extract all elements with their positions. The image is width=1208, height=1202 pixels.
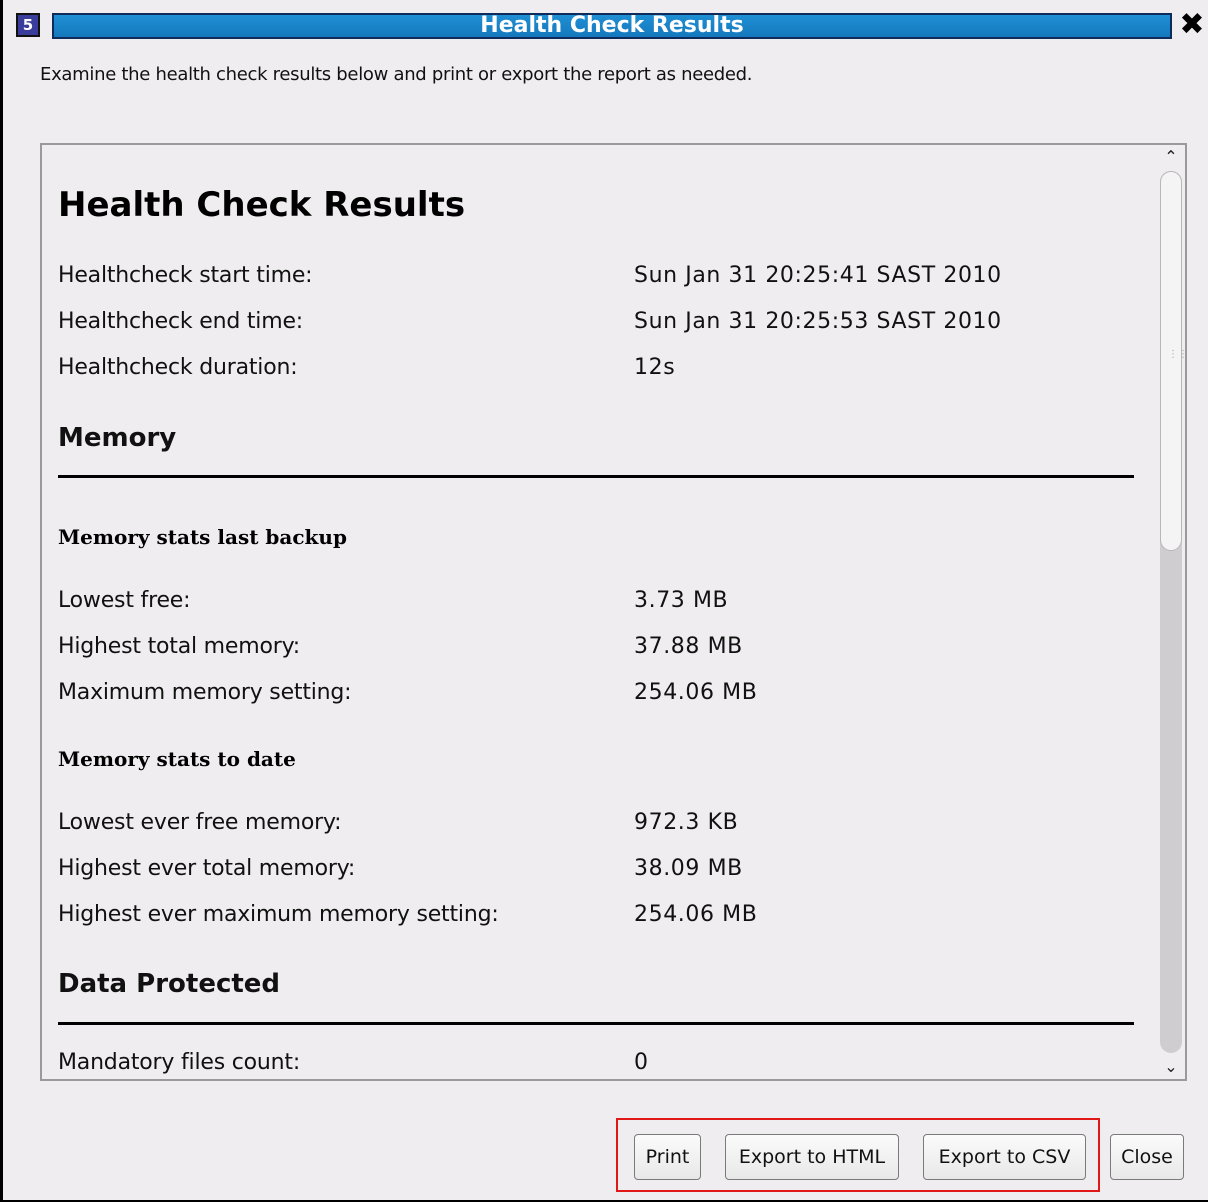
memory-row: Highest ever maximum memory setting: 254… [58, 902, 1138, 934]
summary-row-end: Healthcheck end time: Sun Jan 31 20:25:5… [58, 309, 1138, 341]
data-protected-row: Mandatory files count: 0 [58, 1050, 1138, 1079]
row-value: 38.09 MB [634, 856, 743, 881]
row-value: 3.73 MB [634, 588, 729, 613]
memory-row: Highest ever total memory: 38.09 MB [58, 856, 1138, 888]
row-value: 0 [634, 1050, 649, 1075]
row-label: Highest ever total memory: [58, 856, 356, 881]
window-title: Health Check Results [52, 13, 1172, 39]
row-value: Sun Jan 31 20:25:53 SAST 2010 [634, 309, 1002, 334]
section-heading-data-protected: Data Protected [58, 969, 281, 999]
print-button[interactable]: Print [634, 1134, 701, 1180]
export-html-button[interactable]: Export to HTML [725, 1134, 899, 1180]
app-icon[interactable]: 5 [16, 13, 40, 37]
export-csv-button[interactable]: Export to CSV [923, 1134, 1086, 1180]
close-icon[interactable]: ✖ [1177, 10, 1207, 42]
row-label: Healthcheck start time: [58, 263, 313, 288]
row-label: Highest total memory: [58, 634, 301, 659]
scroll-down-icon[interactable]: ⌄ [1157, 1055, 1185, 1079]
close-button[interactable]: Close [1110, 1134, 1184, 1180]
row-value: 12s [634, 355, 676, 380]
health-check-dialog: 5 Health Check Results ✖ Examine the hea… [0, 0, 1208, 1202]
summary-row-duration: Healthcheck duration: 12s [58, 355, 1138, 387]
row-label: Lowest free: [58, 588, 191, 613]
section-divider [58, 475, 1134, 478]
section-heading-memory: Memory [58, 423, 177, 453]
subheading-last-backup: Memory stats last backup [58, 525, 347, 549]
memory-row: Maximum memory setting: 254.06 MB [58, 680, 1138, 712]
scroll-thumb[interactable]: ⋮⋮ [1160, 171, 1187, 551]
report-content: Health Check Results Healthcheck start t… [42, 145, 1156, 1079]
row-label: Maximum memory setting: [58, 680, 352, 705]
vertical-scrollbar[interactable]: ⌃ ⋮⋮ ⌄ [1157, 145, 1185, 1079]
instruction-text: Examine the health check results below a… [40, 64, 753, 85]
row-value: 254.06 MB [634, 680, 758, 705]
row-label: Highest ever maximum memory setting: [58, 902, 499, 927]
row-label: Mandatory files count: [58, 1050, 301, 1075]
row-value: 254.06 MB [634, 902, 758, 927]
summary-row-start: Healthcheck start time: Sun Jan 31 20:25… [58, 263, 1138, 295]
memory-row: Lowest free: 3.73 MB [58, 588, 1138, 620]
row-label: Lowest ever free memory: [58, 810, 342, 835]
row-value: 972.3 KB [634, 810, 739, 835]
memory-row: Highest total memory: 37.88 MB [58, 634, 1138, 666]
subheading-to-date: Memory stats to date [58, 747, 296, 771]
report-title: Health Check Results [58, 185, 466, 225]
row-value: Sun Jan 31 20:25:41 SAST 2010 [634, 263, 1002, 288]
section-divider [58, 1022, 1134, 1025]
title-bar: 5 Health Check Results ✖ [3, 0, 1208, 44]
report-panel: Health Check Results Healthcheck start t… [40, 143, 1187, 1081]
row-label: Healthcheck duration: [58, 355, 298, 380]
grip-icon: ⋮⋮ [1168, 349, 1187, 360]
row-label: Healthcheck end time: [58, 309, 303, 334]
scroll-up-icon[interactable]: ⌃ [1157, 145, 1185, 169]
row-value: 37.88 MB [634, 634, 743, 659]
memory-row: Lowest ever free memory: 972.3 KB [58, 810, 1138, 842]
